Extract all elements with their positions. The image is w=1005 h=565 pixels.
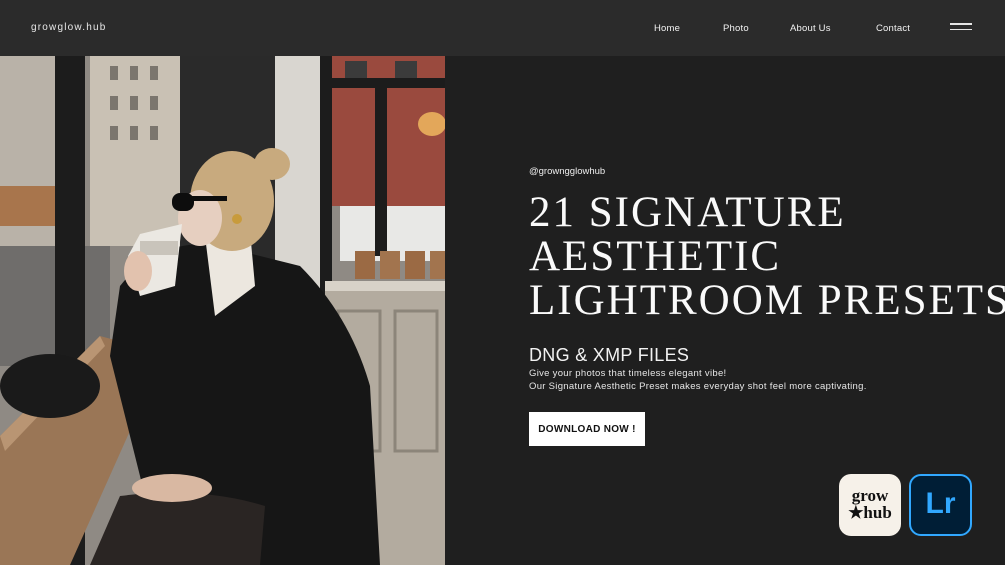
nav-contact[interactable]: Contact: [876, 23, 910, 34]
description-line-1: Give your photos that timeless elegant v…: [529, 368, 727, 379]
nav-photo[interactable]: Photo: [723, 23, 749, 34]
grow-logo-line-2: ★hub: [848, 503, 892, 522]
brand-logo[interactable]: growglow.hub: [31, 22, 107, 33]
hero-description: Give your photos that timeless elegant v…: [529, 368, 867, 393]
instagram-handle[interactable]: @growngglowhub: [529, 166, 605, 177]
headline-line-2: AESTHETIC: [529, 233, 782, 280]
top-navigation-bar: growglow.hub Home Photo About Us Contact: [0, 0, 1005, 56]
description-line-2: Our Signature Aesthetic Preset makes eve…: [529, 380, 867, 392]
lightroom-logo-icon: Lr: [909, 474, 972, 536]
hero-photo: [0, 56, 445, 565]
headline-line-1: 21 SIGNATURE: [529, 189, 846, 236]
cafe-window-photo: [0, 56, 445, 565]
file-formats-subtitle: DNG & XMP FILES: [529, 345, 690, 365]
growglow-hub-logo: grow ★hub: [839, 474, 901, 536]
nav-home[interactable]: Home: [654, 23, 680, 34]
download-now-button[interactable]: DOWNLOAD NOW !: [529, 412, 645, 446]
hamburger-menu-icon[interactable]: [950, 23, 972, 33]
nav-about-us[interactable]: About Us: [790, 23, 831, 34]
headline-line-3: LIGHTROOM PRESETS: [529, 277, 1005, 324]
hero-headline: 21 SIGNATURE AESTHETIC LIGHTROOM PRESETS: [529, 189, 1005, 324]
grow-logo-line-1: grow: [851, 486, 889, 505]
